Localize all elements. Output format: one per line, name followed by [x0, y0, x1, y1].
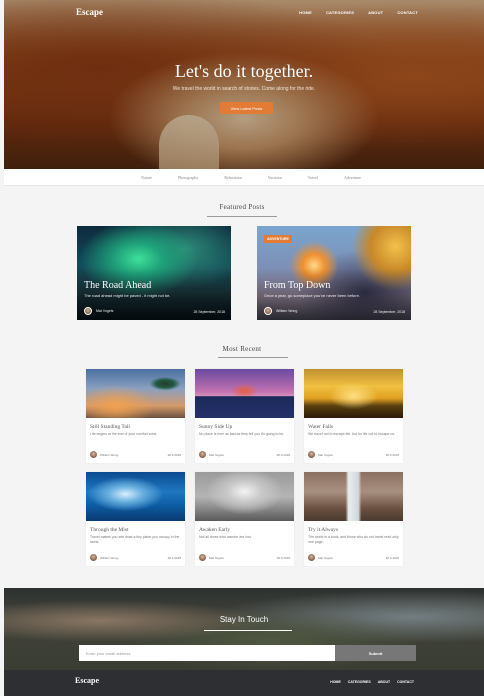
post-title[interactable]: Water Falls [308, 424, 333, 430]
author-name: William Wong [276, 309, 298, 313]
avatar [308, 554, 315, 561]
post-footer: William Wong 28.9.2018 [90, 451, 181, 458]
featured-post-date: 28 September, 2018 [373, 310, 405, 314]
featured-post-card[interactable]: The Road Ahead The road ahead might be p… [77, 226, 231, 320]
submit-button[interactable]: Submit [335, 645, 416, 661]
post-desc: We travel not to escape life, but for li… [308, 432, 396, 436]
category-bar: Nature Photography Relaxation Vacation T… [4, 169, 484, 186]
post-title[interactable]: Sunny Side Up [199, 424, 232, 430]
post-date: 28.9.2018 [385, 452, 399, 457]
email-field[interactable]: Enter your email address [79, 645, 335, 661]
hero-subtitle: We travel the world in search of stories… [172, 86, 316, 92]
post-desc: Life begins at the end of your comfort z… [90, 432, 158, 436]
footer-nav-categories[interactable]: CATEGORIES [348, 680, 371, 684]
post-title[interactable]: Awaken Early [199, 527, 230, 533]
post-footer: William Wong 28.9.2018 [90, 554, 181, 561]
recent-post-card[interactable]: Awaken Early Not all those who wander ar… [195, 472, 294, 566]
post-desc: Not all those who wander are lost. [199, 535, 252, 539]
post-image[interactable] [195, 369, 294, 418]
post-image[interactable] [86, 472, 185, 521]
footer-logo[interactable]: Escape [75, 676, 99, 685]
avatar [264, 307, 272, 315]
footer-nav-contact[interactable]: CONTACT [397, 680, 414, 684]
category-adventure[interactable]: Adventure [344, 175, 361, 180]
category-photography[interactable]: Photography [178, 175, 198, 180]
hero-title: Let's do it together. [174, 61, 314, 81]
featured-post-desc: Once a year, go someplace you've never b… [264, 293, 360, 298]
post-image[interactable] [304, 369, 403, 418]
nav-categories[interactable]: CATEGORIES [326, 10, 354, 15]
author-name: William Wong [100, 452, 119, 457]
featured-post-date: 28 September, 2018 [193, 310, 225, 314]
post-title[interactable]: Through the Mist [90, 527, 129, 533]
avatar [90, 451, 97, 458]
recent-post-card[interactable]: Try it Always The world is a book, and t… [304, 472, 403, 566]
post-date: 28.9.2018 [167, 452, 181, 457]
featured-post-title[interactable]: From Top Down [264, 280, 330, 291]
featured-divider [207, 216, 277, 217]
author-name: Mat Vogels [209, 555, 224, 560]
category-badge[interactable]: ADVENTURE [264, 235, 292, 243]
author-name: William Wong [100, 555, 119, 560]
view-latest-posts-button[interactable]: View Latest Posts [220, 102, 273, 114]
author-name: Mat Vogels [318, 452, 333, 457]
post-date: 28.9.2018 [385, 555, 399, 560]
footer-nav-home[interactable]: HOME [330, 680, 341, 684]
featured-post-card[interactable]: ADVENTURE From Top Down Once a year, go … [257, 226, 411, 320]
post-image[interactable] [195, 472, 294, 521]
avatar [84, 307, 92, 315]
post-title[interactable]: Try it Always [308, 527, 338, 533]
post-image[interactable] [304, 472, 403, 521]
category-vacation[interactable]: Vacation [268, 175, 282, 180]
avatar [308, 451, 315, 458]
post-date: 28.9.2018 [276, 555, 290, 560]
top-nav: HOME CATEGORIES ABOUT CONTACT [299, 10, 418, 15]
newsletter-title: Stay In Touch [219, 615, 269, 624]
post-image[interactable] [86, 369, 185, 418]
post-footer: Mat Vogels 28.9.2018 [199, 554, 290, 561]
category-relaxation[interactable]: Relaxation [224, 175, 241, 180]
newsletter-divider [204, 630, 292, 631]
post-title[interactable]: Still Standing Tall [90, 424, 130, 430]
post-footer: Mat Vogels 28.9.2018 [199, 451, 290, 458]
footer-nav-about[interactable]: ABOUT [378, 680, 390, 684]
featured-post-author: William Wong [264, 307, 297, 315]
avatar [90, 554, 97, 561]
recent-post-card[interactable]: Still Standing Tall Life begins at the e… [86, 369, 185, 463]
avatar [199, 451, 206, 458]
nav-contact[interactable]: CONTACT [397, 10, 418, 15]
footer-nav: HOME CATEGORIES ABOUT CONTACT [330, 680, 414, 684]
post-desc: The world is a book, and those who do no… [308, 535, 399, 544]
footer: Escape HOME CATEGORIES ABOUT CONTACT [4, 670, 484, 696]
post-date: 28.9.2018 [167, 555, 181, 560]
post-desc: No place is ever as bad as they tell you… [199, 432, 285, 436]
author-name: Mat Vogels [318, 555, 333, 560]
recent-post-card[interactable]: Through the Mist Travel makes you see wh… [86, 472, 185, 566]
recent-post-card[interactable]: Water Falls We travel not to escape life… [304, 369, 403, 463]
avatar [199, 554, 206, 561]
post-date: 28.9.2018 [276, 452, 290, 457]
featured-post-author: Mat Vogels [84, 307, 113, 315]
category-nature[interactable]: Nature [141, 175, 152, 180]
author-name: Mat Vogels [209, 452, 224, 457]
recent-heading: Most Recent [222, 345, 262, 353]
author-name: Mat Vogels [96, 309, 114, 313]
nav-home[interactable]: HOME [299, 10, 312, 15]
featured-heading: Featured Posts [219, 203, 265, 211]
newsletter-section: Stay In Touch Enter your email address S… [4, 588, 484, 670]
category-travel[interactable]: Travel [308, 175, 318, 180]
post-footer: Mat Vogels 28.9.2018 [308, 451, 399, 458]
recent-divider [218, 357, 288, 358]
site-logo[interactable]: Escape [76, 7, 103, 17]
featured-post-title[interactable]: The Road Ahead [84, 280, 151, 291]
featured-post-desc: The road ahead might be paved - it might… [84, 293, 171, 298]
hero-banner: Escape HOME CATEGORIES ABOUT CONTACT Let… [4, 0, 484, 169]
post-footer: Mat Vogels 28.9.2018 [308, 554, 399, 561]
recent-post-card[interactable]: Sunny Side Up No place is ever as bad as… [195, 369, 294, 463]
nav-about[interactable]: ABOUT [368, 10, 383, 15]
post-desc: Travel makes you see what a tiny place y… [90, 535, 180, 544]
